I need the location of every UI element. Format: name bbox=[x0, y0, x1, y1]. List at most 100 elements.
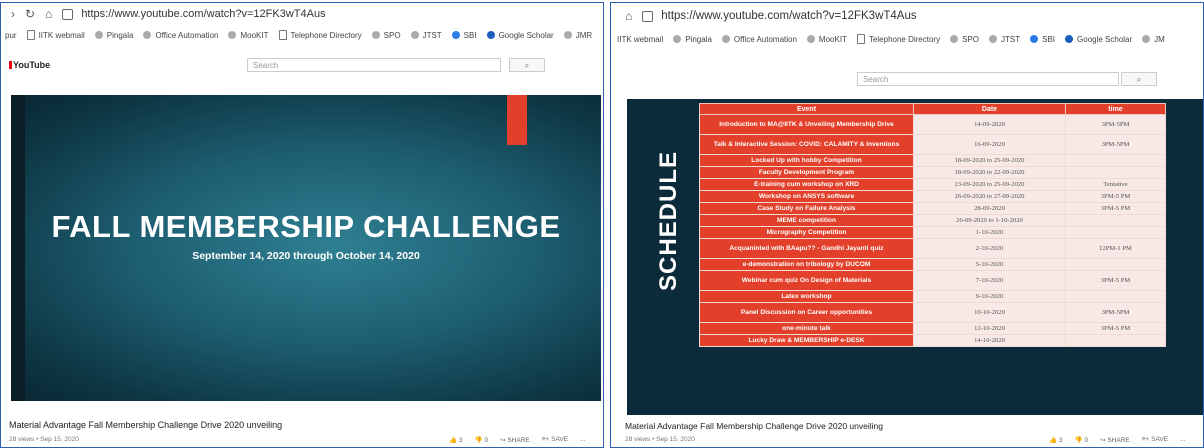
share-button[interactable]: ↪ SHARE bbox=[1100, 436, 1130, 444]
time-cell bbox=[1065, 226, 1166, 239]
bookmark-item[interactable]: Google Scholar bbox=[486, 31, 554, 40]
bookmark-item[interactable]: JMR bbox=[563, 31, 592, 40]
date-cell: 9-10-2020 bbox=[913, 290, 1066, 303]
table-row: Faculty Development Program 18-09-2020 to… bbox=[699, 166, 1166, 179]
table-header-cell: Date bbox=[913, 103, 1066, 115]
search-button[interactable]: ⌕ bbox=[509, 58, 545, 72]
date-cell: 10-10-2020 bbox=[913, 302, 1066, 323]
site-icon bbox=[1142, 35, 1151, 43]
table-header-row: Event Date time bbox=[699, 103, 1166, 115]
save-button[interactable]: ≡+ SAVE bbox=[1142, 436, 1168, 444]
youtube-header: Search ⌕ bbox=[611, 69, 1203, 89]
bookmark-item[interactable]: Google Scholar bbox=[1065, 35, 1132, 44]
time-cell bbox=[1065, 214, 1166, 227]
page-icon bbox=[642, 10, 654, 22]
table-row: Panel Discussion on Career opportunities… bbox=[699, 302, 1166, 323]
table-header-cell: Event bbox=[699, 103, 914, 115]
bookmark-item[interactable]: Office Automation bbox=[143, 31, 218, 40]
table-row: Locked Up with hobby Competition 18-09-20… bbox=[699, 154, 1166, 167]
time-cell: 3PM-5PM bbox=[1065, 114, 1166, 135]
bookmark-item[interactable]: JTST bbox=[989, 35, 1020, 44]
event-cell: Acquaninted with BAapu?? - Gandhi Jayant… bbox=[699, 238, 914, 259]
home-icon[interactable]: ⌂ bbox=[45, 7, 52, 21]
bookmark-item[interactable]: Pingala bbox=[673, 35, 712, 44]
bookmark-item[interactable]: SPO bbox=[371, 31, 401, 40]
globe-icon bbox=[806, 35, 815, 43]
bookmark-item[interactable]: Telephone Directory bbox=[278, 30, 362, 40]
thumbs-up-icon: 👍 bbox=[449, 437, 458, 444]
date-cell: 26-09-2020 to 27-09-2020 bbox=[913, 190, 1066, 203]
schedule-label: SCHEDULE bbox=[655, 151, 682, 292]
table-row: Talk & Interactive Session: COVID: CALAM… bbox=[699, 134, 1166, 155]
bookmark-item[interactable]: JM bbox=[1142, 35, 1165, 44]
url-field[interactable]: https://www.youtube.com/watch?v=12FK3wT4… bbox=[661, 10, 916, 22]
address-bar: ⌂ https://www.youtube.com/watch?v=12FK3w… bbox=[611, 3, 1203, 29]
more-button[interactable]: ... bbox=[580, 436, 585, 444]
back-icon[interactable]: › bbox=[11, 7, 15, 21]
bookmark-item[interactable]: IITK webmail bbox=[617, 35, 663, 44]
playlist-add-icon: ≡+ bbox=[1141, 436, 1150, 443]
bookmark-item[interactable]: SBI bbox=[451, 31, 477, 40]
bookmark-item[interactable]: Telephone Directory bbox=[856, 34, 940, 44]
video-player[interactable]: SCHEDULE Event Date time Introduction to M… bbox=[627, 99, 1203, 415]
scholar-icon bbox=[1065, 35, 1074, 43]
page-icon bbox=[278, 30, 287, 40]
share-button[interactable]: ↪ SHARE bbox=[500, 436, 530, 444]
date-cell: 28-09-2020 bbox=[913, 202, 1066, 215]
search-input[interactable]: Search bbox=[857, 72, 1119, 86]
home-icon[interactable]: ⌂ bbox=[625, 9, 632, 23]
table-row: one-minute talk 12-10-2020 3PM-5 PM bbox=[699, 322, 1166, 335]
search-button[interactable]: ⌕ bbox=[1121, 72, 1157, 86]
schedule-table: Event Date time Introduction to MA@IITK & … bbox=[699, 103, 1166, 347]
bookmark-item[interactable]: Pingala bbox=[94, 31, 133, 40]
event-cell: one-minute talk bbox=[699, 322, 914, 335]
date-cell: 14-10-2020 bbox=[913, 334, 1066, 347]
save-button[interactable]: ≡+ SAVE bbox=[542, 436, 568, 444]
date-cell: 1-10-2020 bbox=[913, 226, 1066, 239]
more-button[interactable]: ... bbox=[1180, 436, 1185, 444]
reload-icon[interactable]: ↻ bbox=[25, 7, 35, 21]
event-cell: Webinar cum quiz On Design of Materials bbox=[699, 270, 914, 291]
bookmark-item[interactable]: SBI bbox=[1030, 35, 1055, 44]
time-cell bbox=[1065, 258, 1166, 271]
dislike-button[interactable]: 👎 0 bbox=[1075, 436, 1089, 444]
date-cell: 18-09-2020 to 22-09-2020 bbox=[913, 166, 1066, 179]
video-player[interactable]: FALL MEMBERSHIP CHALLENGE September 14, … bbox=[11, 95, 601, 401]
bookmark-item[interactable]: SPO bbox=[950, 35, 979, 44]
date-cell: 18-09-2020 to 25-09-2020 bbox=[913, 154, 1066, 167]
bookmark-item[interactable]: IITK webmail bbox=[26, 30, 85, 40]
page-icon bbox=[26, 30, 35, 40]
share-icon: ↪ bbox=[1100, 437, 1106, 444]
bookmark-prefix[interactable]: pur bbox=[5, 31, 17, 40]
page-icon bbox=[62, 8, 74, 20]
table-row: Workshop on ANSYS software 26-09-2020 to … bbox=[699, 190, 1166, 203]
event-cell: Workshop on ANSYS software bbox=[699, 190, 914, 203]
dislike-button[interactable]: 👎 0 bbox=[475, 436, 489, 444]
date-cell: 12-10-2020 bbox=[913, 322, 1066, 335]
table-row: Introduction to MA@IITK & Unveiling Memb… bbox=[699, 114, 1166, 135]
video-meta: 28 views • Sep 15, 2020 bbox=[9, 436, 79, 443]
time-cell: 3PM-5 PM bbox=[1065, 202, 1166, 215]
event-cell: Latex workshop bbox=[699, 290, 914, 303]
time-cell: 12PM-1 PM bbox=[1065, 238, 1166, 259]
bookmark-item[interactable]: MooKIT bbox=[806, 35, 847, 44]
event-cell: Faculty Development Program bbox=[699, 166, 914, 179]
like-button[interactable]: 👍 3 bbox=[1049, 436, 1063, 444]
scholar-icon bbox=[486, 31, 495, 39]
site-icon bbox=[451, 31, 460, 39]
share-icon: ↪ bbox=[500, 437, 506, 444]
bookmark-item[interactable]: Office Automation bbox=[721, 35, 797, 44]
event-cell: MEME competition bbox=[699, 214, 914, 227]
youtube-logo[interactable]: YouTube bbox=[9, 60, 50, 70]
event-cell: E-training cum workshop on XRD bbox=[699, 178, 914, 191]
event-cell: Case Study on Failure Analysis bbox=[699, 202, 914, 215]
site-icon bbox=[563, 31, 572, 39]
time-cell bbox=[1065, 154, 1166, 167]
bookmark-item[interactable]: MooKIT bbox=[228, 31, 269, 40]
bookmark-item[interactable]: JTST bbox=[410, 31, 442, 40]
like-button[interactable]: 👍 3 bbox=[449, 436, 463, 444]
search-icon: ⌕ bbox=[1136, 75, 1142, 84]
url-field[interactable]: https://www.youtube.com/watch?v=12FK3wT4… bbox=[81, 8, 325, 20]
search-input[interactable]: Search bbox=[247, 58, 501, 72]
thumbs-down-icon: 👎 bbox=[1074, 437, 1083, 444]
